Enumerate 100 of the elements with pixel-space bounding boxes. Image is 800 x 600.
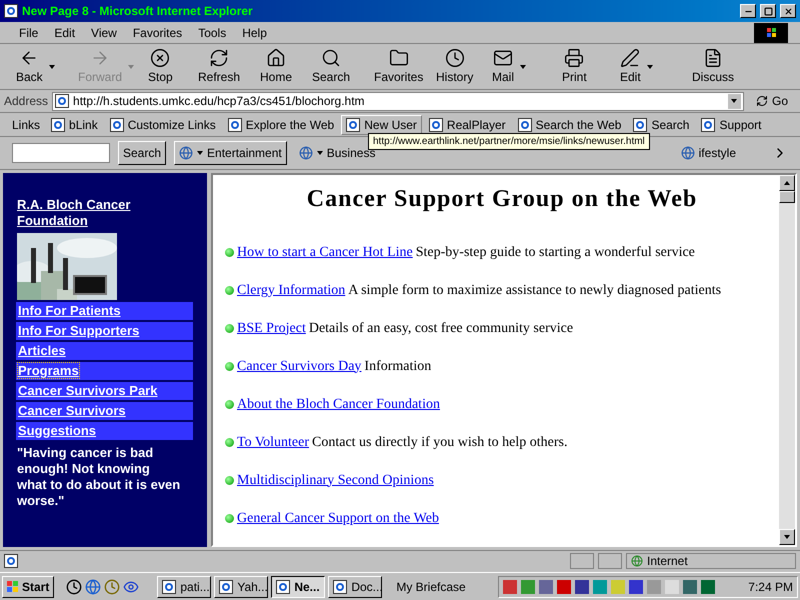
scrollbar[interactable]: [779, 175, 795, 545]
page-icon: [633, 118, 648, 132]
content-link[interactable]: Clergy Information: [237, 280, 346, 300]
document-icon: [703, 48, 723, 68]
task-button[interactable]: Ne...: [271, 576, 326, 598]
caret-icon[interactable]: [197, 151, 204, 155]
link-button[interactable]: Support: [696, 114, 767, 134]
caret-icon[interactable]: [520, 64, 526, 68]
clock-icon[interactable]: [66, 578, 82, 594]
link-button[interactable]: bLink: [46, 114, 103, 134]
menu-item[interactable]: Help: [235, 24, 274, 42]
caret-icon[interactable]: [48, 64, 55, 68]
link-description: Contact us directly if you wish to help others.: [312, 434, 568, 452]
toolbar-button[interactable]: Mail: [488, 48, 518, 86]
toolbar-button[interactable]: Stop: [144, 48, 177, 86]
nav-link[interactable]: Articles: [16, 342, 193, 360]
scroll-thumb[interactable]: [779, 191, 795, 203]
dropdown-button[interactable]: [728, 94, 741, 108]
toolbar-button[interactable]: Discuss: [688, 48, 738, 86]
start-button[interactable]: Start: [2, 576, 54, 598]
scroll-up-button[interactable]: [779, 175, 795, 191]
logo-icon: [754, 22, 788, 42]
nav-link[interactable]: Suggestions: [16, 422, 193, 440]
maximize-icon: [764, 6, 772, 16]
foundation-link[interactable]: R.A. Bloch Cancer Foundation: [17, 197, 193, 229]
toolbar-button[interactable]: History: [432, 48, 478, 86]
content-link[interactable]: BSE Project: [237, 318, 306, 338]
home-icon: [266, 48, 286, 68]
link-button[interactable]: Explore the Web: [222, 114, 340, 134]
page-icon: [4, 554, 18, 568]
menu-item[interactable]: Tools: [191, 24, 234, 42]
menu-item[interactable]: File: [12, 24, 46, 42]
content-link[interactable]: To Volunteer: [237, 432, 309, 452]
link-description: Details of an easy, cost free community service: [308, 320, 574, 338]
clock-icon: [444, 48, 465, 68]
briefcase-label[interactable]: My Briefcase: [396, 578, 466, 596]
toolbar-button[interactable]: Search: [308, 48, 354, 86]
up-arrow-icon[interactable]: [784, 181, 790, 185]
link-description: Information: [364, 358, 432, 376]
page-icon: [219, 580, 234, 594]
toolbar-button[interactable]: Refresh: [194, 48, 244, 86]
go-button[interactable]: Go: [748, 92, 796, 110]
maximize-button[interactable]: [760, 4, 776, 18]
menu-item[interactable]: Edit: [47, 24, 82, 42]
folder-icon: [388, 48, 409, 68]
caret-icon[interactable]: [316, 151, 323, 155]
nav-link[interactable]: Programs: [16, 362, 193, 380]
task-button[interactable]: pati...: [157, 576, 212, 598]
toolbar-button[interactable]: Edit: [616, 48, 645, 86]
refresh-icon: [209, 48, 230, 68]
link-description: A simple form to maximize assistance to newly diagnosed patients: [348, 282, 722, 300]
nav-link[interactable]: Cancer Survivors Park: [16, 382, 193, 400]
nav-link[interactable]: Cancer Survivors: [16, 402, 193, 420]
toolbar-button[interactable]: Favorites: [370, 48, 428, 86]
address-label: Address: [4, 93, 48, 110]
stop-icon: [150, 48, 170, 68]
globe-icon: [179, 146, 194, 160]
globe-icon: [631, 554, 643, 566]
bullet-icon: [225, 286, 234, 294]
page-icon: [276, 580, 290, 594]
link-description: Step-by-step guide to starting a wonderful service: [416, 244, 695, 262]
channel-button[interactable]: Entertainment: [174, 141, 287, 165]
clock-label: 7:24 PM: [748, 578, 793, 596]
search-field[interactable]: [12, 143, 110, 163]
bullet-icon: [225, 400, 234, 408]
page-icon: [701, 118, 716, 132]
bullet-icon: [225, 324, 234, 332]
content-link[interactable]: How to start a Cancer Hot Line: [237, 242, 413, 262]
globe-icon: [680, 146, 695, 160]
menu-item[interactable]: Favorites: [126, 24, 190, 42]
nav-link[interactable]: Info For Supporters: [16, 322, 193, 340]
task-button[interactable]: Yah...: [214, 576, 268, 598]
link-button[interactable]: Customize Links: [104, 114, 221, 134]
content-link[interactable]: General Cancer Support on the Web: [237, 508, 439, 528]
pen-icon: [620, 48, 640, 68]
caret-icon[interactable]: [731, 99, 738, 103]
scroll-down-button[interactable]: [779, 529, 795, 545]
bullet-icon: [225, 362, 234, 370]
content-link[interactable]: Cancer Survivors Day: [237, 356, 362, 376]
address-field[interactable]: http://h.students.umkc.edu/hcp7a3/cs451/blochorg.htm: [52, 92, 744, 110]
task-button[interactable]: Doc...: [328, 576, 382, 598]
eye-icon[interactable]: [123, 578, 140, 594]
toolbar-button[interactable]: Home: [256, 48, 296, 86]
search-button[interactable]: Search: [118, 141, 166, 165]
content-link[interactable]: Multidisciplinary Second Opinions: [237, 470, 434, 490]
toolbar-button[interactable]: Print: [558, 48, 591, 86]
globe-icon: [298, 146, 313, 160]
toolbar-button[interactable]: Back: [12, 48, 47, 86]
nav-link[interactable]: Info For Patients: [16, 302, 193, 320]
channel-button[interactable]: ifestyle: [680, 144, 736, 162]
menu-item[interactable]: View: [84, 24, 124, 42]
mail-icon: [493, 48, 513, 68]
arrow-icon: [756, 95, 768, 107]
close-button[interactable]: [780, 4, 796, 18]
caret-icon[interactable]: [646, 64, 653, 68]
down-arrow-icon[interactable]: [784, 535, 790, 539]
content-link[interactable]: About the Bloch Cancer Foundation: [237, 394, 440, 414]
bullet-icon: [225, 514, 234, 522]
minimize-button[interactable]: [740, 4, 756, 18]
zone-label: Internet: [647, 552, 688, 570]
